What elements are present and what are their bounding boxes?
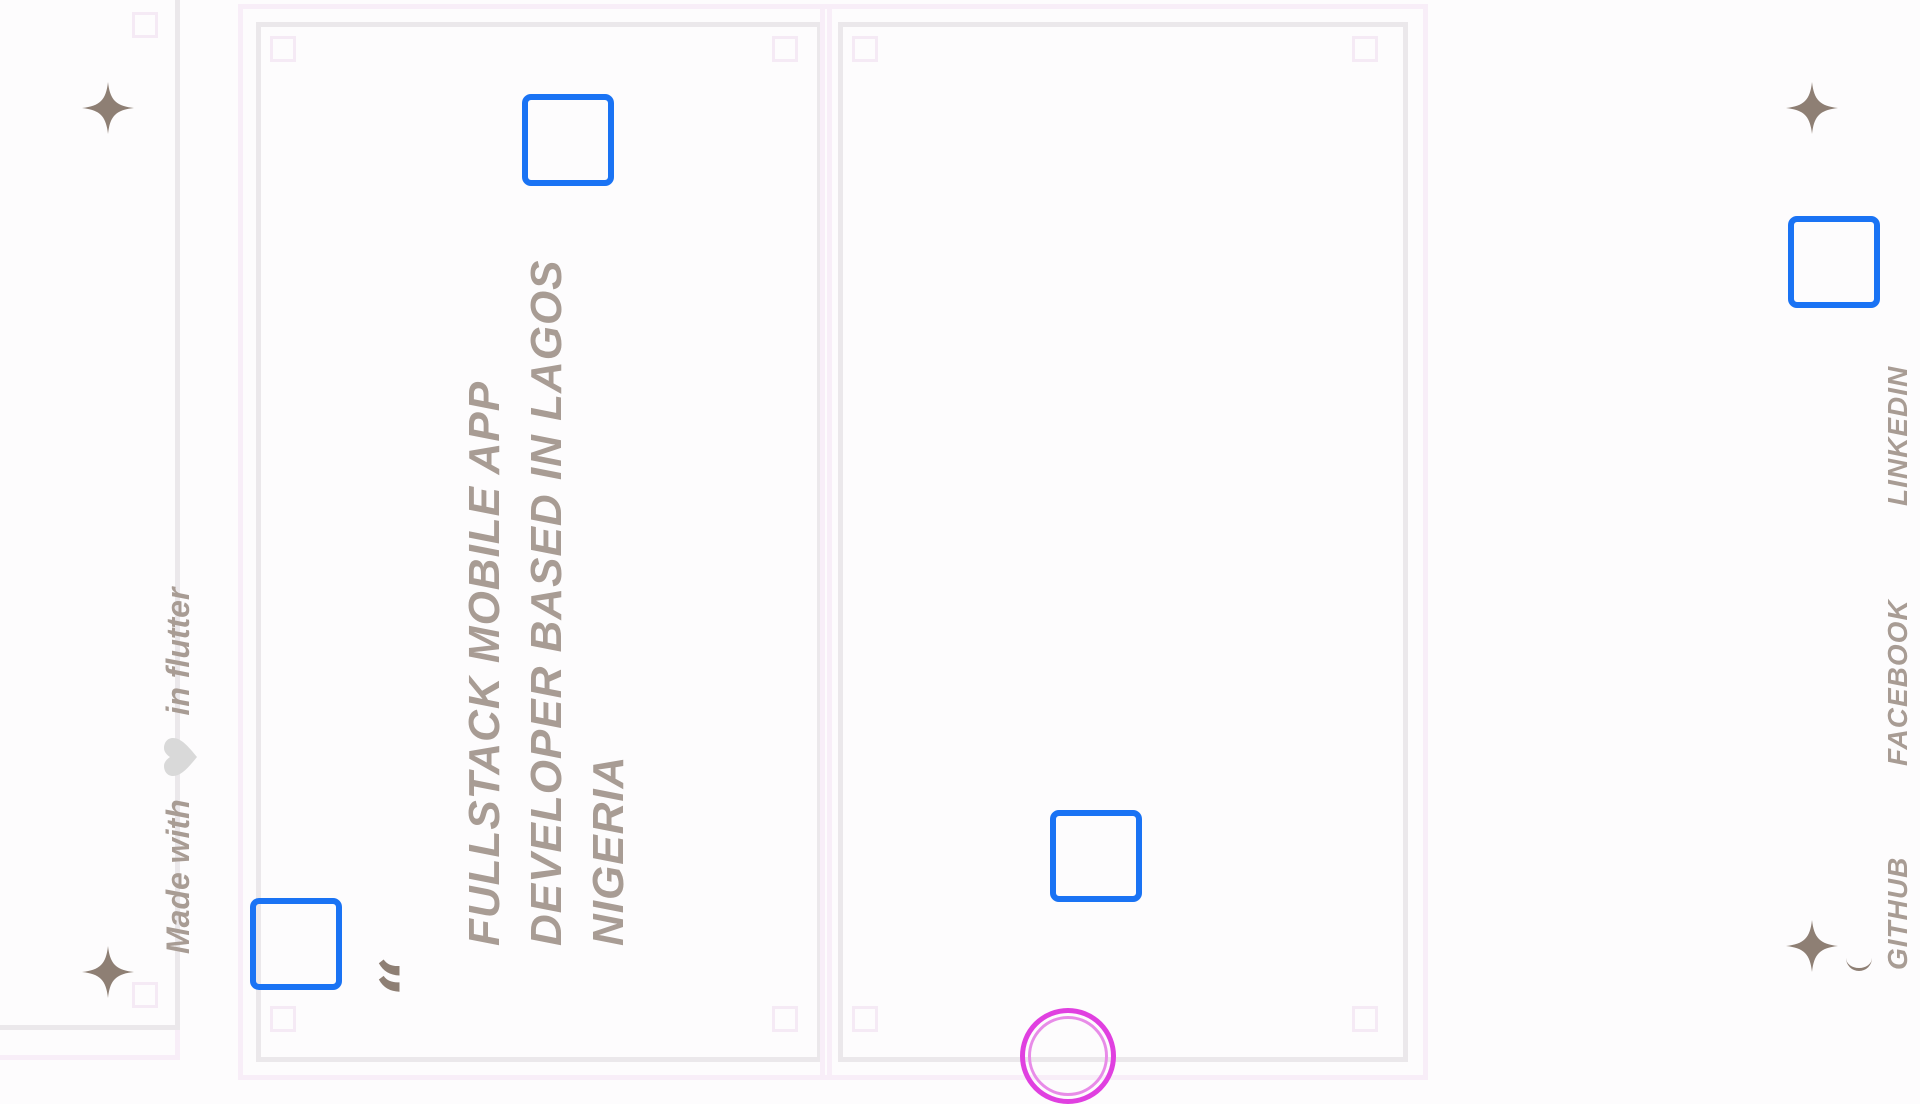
frame-corner [270, 1006, 296, 1032]
sparkle-icon [82, 946, 134, 998]
image-placeholder-box[interactable] [522, 94, 614, 186]
frame-corner [852, 36, 878, 62]
image-placeholder-box[interactable] [1050, 810, 1142, 902]
left-panel-frame-inner [0, 0, 180, 1030]
sparkle-icon [1786, 82, 1838, 134]
frame-corner [772, 36, 798, 62]
made-with-credit: Made with in flutter [160, 588, 198, 954]
frame-corner [1352, 36, 1378, 62]
hero-headline-line-2: DEVELOPER BASED IN LAGOS [522, 259, 571, 946]
frame-corner [270, 36, 296, 62]
frame-corner [1352, 1006, 1378, 1032]
hero-headline-line-1: FULLSTACK MOBILE APP [460, 380, 509, 946]
image-placeholder-box[interactable] [1788, 216, 1880, 308]
cursor-ring [1020, 1008, 1116, 1104]
hero-headline-line-3: NIGERIA [584, 755, 633, 946]
made-with-prefix: Made with [160, 799, 196, 954]
heart-icon [163, 738, 198, 777]
smile-mark [1846, 954, 1872, 971]
frame-corner [132, 12, 158, 38]
social-link-linkedin[interactable]: LINKEDIN [1882, 366, 1914, 506]
quote-open-icon: “ [364, 955, 450, 997]
made-with-suffix: in flutter [160, 587, 196, 716]
image-placeholder-box[interactable] [250, 898, 342, 990]
sparkle-icon [82, 82, 134, 134]
sparkle-icon [1786, 920, 1838, 972]
social-link-facebook[interactable]: FACEBOOK [1882, 599, 1914, 766]
frame-corner [772, 1006, 798, 1032]
social-link-github[interactable]: GITHUB [1882, 857, 1914, 970]
frame-corner [132, 982, 158, 1008]
card-frame-inner [838, 22, 1408, 1062]
frame-corner [852, 1006, 878, 1032]
